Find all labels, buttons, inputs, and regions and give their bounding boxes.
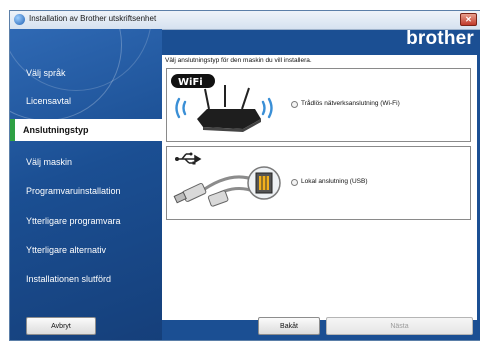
sidebar-item-license: Licensavtal — [26, 96, 72, 106]
sidebar-item-label: Anslutningstyp — [23, 125, 89, 135]
sidebar: Välj språk Licensavtal Anslutningstyp Vä… — [10, 29, 162, 340]
usb-cable-icon — [173, 152, 281, 207]
close-button[interactable]: ✕ — [460, 13, 477, 26]
wifi-logo-text: WiFi — [178, 77, 203, 88]
wireless-router-icon: WiFi — [171, 74, 273, 132]
option-wifi[interactable]: WiFi Trådlös nätverksanslutning (Wi-Fi) — [166, 68, 471, 142]
sidebar-item-software-install: Programvaruinstallation — [26, 186, 121, 196]
option-usb[interactable]: Lokal anslutning (USB) — [166, 146, 471, 220]
usb-option-label: Lokal anslutning (USB) — [301, 178, 368, 185]
app-icon — [14, 14, 25, 25]
active-step-marker — [10, 119, 15, 141]
window-title: Installation av Brother utskriftsenhet — [29, 14, 157, 23]
cancel-button[interactable]: Avbryt — [26, 317, 96, 335]
next-button[interactable]: Nästa — [326, 317, 473, 335]
sidebar-item-select-machine: Välj maskin — [26, 157, 73, 167]
sidebar-item-additional-software: Ytterligare programvara — [26, 216, 121, 226]
close-icon: ✕ — [465, 15, 472, 24]
sidebar-item-select-language: Välj språk — [26, 68, 66, 78]
sidebar-item-connection-type: Anslutningstyp — [10, 119, 162, 141]
wifi-option-label: Trådlös nätverksanslutning (Wi-Fi) — [301, 100, 400, 107]
usb-radio[interactable] — [291, 179, 298, 186]
brand-logo: brother — [406, 28, 474, 49]
installer-window: Installation av Brother utskriftsenhet ✕… — [9, 10, 480, 341]
back-button[interactable]: Bakåt — [258, 317, 320, 335]
sidebar-item-install-complete: Installationen slutförd — [26, 274, 112, 284]
wifi-radio[interactable] — [291, 101, 298, 108]
main-panel: Välj anslutningstyp för den maskin du vi… — [162, 55, 477, 320]
sidebar-item-additional-options: Ytterligare alternativ — [26, 245, 107, 255]
instruction-text: Välj anslutningstyp för den maskin du vi… — [165, 57, 312, 64]
